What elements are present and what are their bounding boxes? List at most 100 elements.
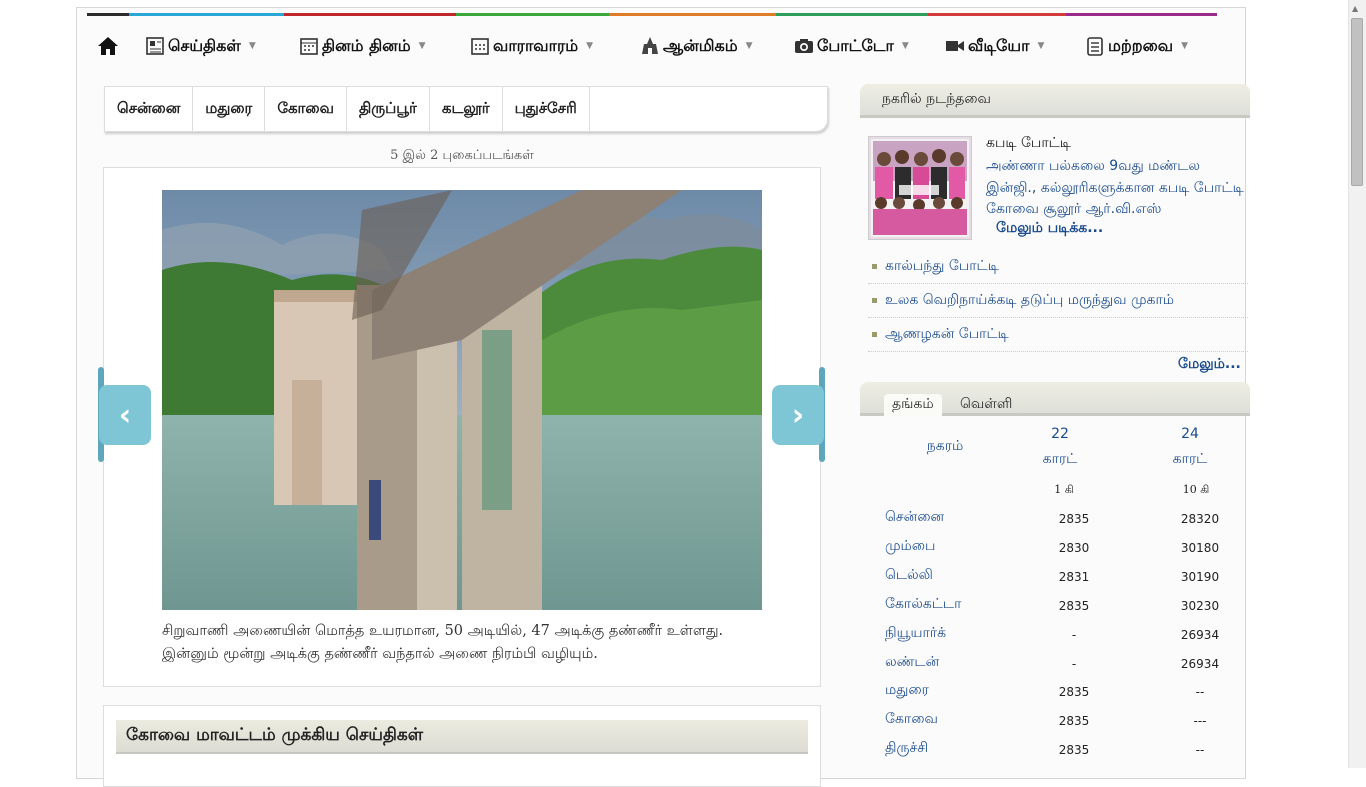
newspaper-icon xyxy=(146,37,164,55)
col-header-22: 22 xyxy=(1051,426,1069,442)
nav-news-label: செய்திகள் xyxy=(168,35,241,55)
nav-spiritual[interactable]: ஆன்மிகம் ▼ xyxy=(640,32,753,60)
document-icon xyxy=(1087,37,1103,56)
main-nav: செய்திகள் ▼ தினம் தினம் ▼ வாராவாரம் ▼ ஆன்மி… xyxy=(87,26,1217,66)
list-item[interactable]: உலக வெறிநாய்க்கடி தடுப்பு மருந்துவ முகாம… xyxy=(868,284,1248,318)
rate-city: நியூயார்க் xyxy=(885,625,947,641)
subnav-tiruppur[interactable]: திருப்பூர் xyxy=(347,87,430,131)
featured-title[interactable]: கபடி போட்டி xyxy=(986,135,1071,153)
nav-weekly[interactable]: வாராவாரம் ▼ xyxy=(470,32,593,60)
rate-22k: 2835 xyxy=(1058,599,1090,613)
weekly-calendar-icon xyxy=(471,38,489,55)
featured-read-more[interactable]: மேலும் படிக்க... xyxy=(996,220,1103,238)
bullet-icon xyxy=(872,332,877,337)
scroll-thumb[interactable] xyxy=(1351,18,1363,186)
rate-22k: - xyxy=(1071,657,1077,671)
chevron-down-icon: ▼ xyxy=(1181,41,1189,51)
subnav-kovai[interactable]: கோவை xyxy=(265,87,347,131)
city-subnav: சென்னை மதுரை கோவை திருப்பூர் கடலூர் புது… xyxy=(104,86,828,132)
list-item[interactable]: ஆணழகன் போட்டி xyxy=(868,318,1248,352)
rate-22k: 2835 xyxy=(1058,743,1090,757)
tab-gold[interactable]: தங்கம் xyxy=(884,394,942,416)
col-header-24: 24 xyxy=(1181,426,1199,442)
rate-city: லண்டன் xyxy=(885,654,940,670)
unit-24: 10 கி xyxy=(1182,483,1210,496)
vertical-scrollbar[interactable]: ▲ xyxy=(1348,0,1366,768)
list-item-label: உலக வெறிநாய்க்கடி தடுப்பு மருந்துவ முகாம… xyxy=(885,291,1175,308)
rate-city: சென்னை xyxy=(885,509,945,525)
video-icon xyxy=(946,41,964,51)
nav-video[interactable]: வீடியோ ▼ xyxy=(945,32,1044,60)
rate-24k: 28320 xyxy=(1180,512,1220,526)
rate-22k: 2831 xyxy=(1058,570,1090,584)
col-header-24-unit: காரட் xyxy=(1172,451,1208,467)
chevron-down-icon: ▼ xyxy=(586,41,594,51)
photo-count: 5 இல் 2 புகைப்படங்கள் xyxy=(390,148,534,163)
prev-slide-button[interactable]: ‹ xyxy=(99,385,151,445)
rate-city: மும்பை xyxy=(885,538,936,554)
city-events-list: கால்பந்து போட்டி உலக வெறிநாய்க்கடி தடுப்… xyxy=(868,250,1248,352)
chevron-down-icon: ▼ xyxy=(418,41,426,51)
subnav-puducherry[interactable]: புதுச்சேரி xyxy=(503,87,590,131)
nav-news[interactable]: செய்திகள் ▼ xyxy=(145,32,256,60)
rate-22k: 2835 xyxy=(1058,512,1090,526)
photo-caption: சிறுவாணி அணையின் மொத்த உயரமான, 50 அடியில… xyxy=(162,623,724,662)
city-events-title: நகரில் நடந்தவை xyxy=(882,90,991,107)
col-header-22-unit: காரட் xyxy=(1042,451,1078,467)
camera-icon xyxy=(795,39,813,53)
rate-24k: --- xyxy=(1193,714,1207,728)
scroll-up-icon[interactable]: ▲ xyxy=(1352,4,1358,13)
rate-22k: - xyxy=(1071,628,1077,642)
nav-video-label: வீடியோ xyxy=(968,35,1030,55)
rate-city: கோவை xyxy=(885,711,938,727)
rate-24k: 30190 xyxy=(1180,570,1220,584)
nav-daily[interactable]: தினம் தினம் ▼ xyxy=(299,32,426,60)
subnav-cuddalore[interactable]: கடலூர் xyxy=(430,87,503,131)
nav-photo-label: போட்டோ xyxy=(817,35,894,55)
chevron-down-icon: ▼ xyxy=(248,41,256,51)
city-events-header: நகரில் நடந்தவை xyxy=(860,84,1250,118)
kabaddi-thumbnail[interactable] xyxy=(868,136,972,240)
nav-weekly-label: வாராவாரம் xyxy=(493,35,579,55)
subnav-madurai[interactable]: மதுரை xyxy=(193,87,266,131)
temple-icon xyxy=(642,37,658,54)
photo-slider: சிறுவாணி அணையின் மொத்த உயரமான, 50 அடியில… xyxy=(103,167,821,687)
city-events-more-link[interactable]: மேலும்... xyxy=(1178,356,1241,374)
rate-22k: 2830 xyxy=(1058,541,1090,555)
nav-daily-label: தினம் தினம் xyxy=(322,35,411,55)
bullet-icon xyxy=(872,298,877,303)
nav-photo[interactable]: போட்டோ ▼ xyxy=(794,32,909,60)
list-item-label: ஆணழகன் போட்டி xyxy=(885,325,1009,342)
list-item[interactable]: கால்பந்து போட்டி xyxy=(868,250,1248,284)
col-header-city: நகரம் xyxy=(926,438,964,454)
rate-city: திருச்சி xyxy=(885,740,929,756)
next-slide-button[interactable]: › xyxy=(772,385,824,445)
nav-others-label: மற்றவை xyxy=(1108,35,1174,55)
rate-city: டெல்லி xyxy=(885,567,933,583)
chevron-down-icon: ▼ xyxy=(901,41,909,51)
district-news-title: கோவை மாவட்டம் முக்கிய செய்திகள் xyxy=(116,720,808,754)
featured-desc[interactable]: அண்ணா பல்கலை 9வது மண்டல இன்ஜி., கல்லூரிக… xyxy=(986,156,1246,221)
rate-city: மதுரை xyxy=(885,682,929,698)
list-item-label: கால்பந்து போட்டி xyxy=(885,257,999,274)
calendar-icon xyxy=(300,38,318,55)
rate-24k: 30230 xyxy=(1180,599,1220,613)
rate-22k: 2835 xyxy=(1058,685,1090,699)
rate-24k: -- xyxy=(1195,743,1205,757)
subnav-chennai[interactable]: சென்னை xyxy=(105,87,194,131)
chevron-down-icon: ▼ xyxy=(745,41,753,51)
dam-photo xyxy=(162,190,762,610)
rate-22k: 2835 xyxy=(1058,714,1090,728)
district-news-box: கோவை மாவட்டம் முக்கிய செய்திகள் xyxy=(103,705,821,787)
home-link[interactable] xyxy=(97,32,119,60)
top-color-bar xyxy=(87,13,1217,16)
home-icon xyxy=(98,37,118,55)
tab-silver[interactable]: வெள்ளி xyxy=(952,394,1020,416)
nav-spiritual-label: ஆன்மிகம் xyxy=(663,35,738,55)
nav-others[interactable]: மற்றவை ▼ xyxy=(1085,32,1188,60)
rate-24k: 26934 xyxy=(1180,657,1220,671)
chevron-down-icon: ▼ xyxy=(1037,41,1045,51)
unit-22: 1 கி xyxy=(1054,483,1074,496)
rate-city: கோல்கட்டா xyxy=(885,596,962,612)
rate-24k: -- xyxy=(1195,685,1205,699)
